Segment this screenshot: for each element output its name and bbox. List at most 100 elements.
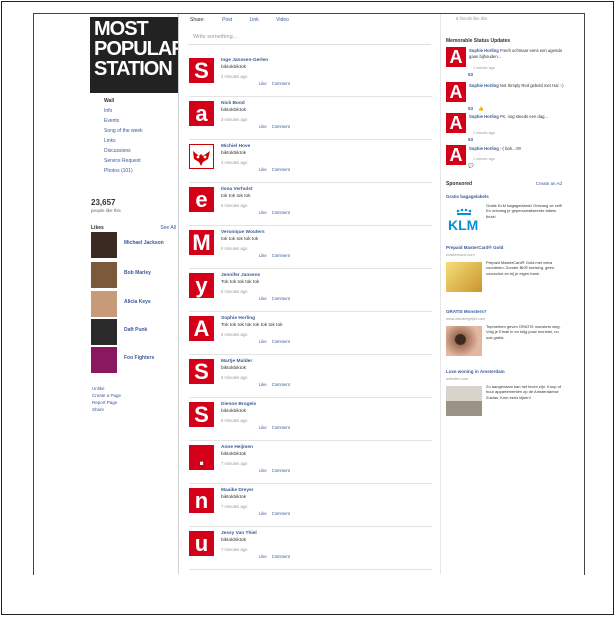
post-timestamp[interactable]: 2 minutes ago (221, 74, 247, 79)
post-timestamp[interactable]: 6 minutes ago (221, 332, 247, 337)
comment-button[interactable]: Comment (272, 167, 290, 172)
post-author[interactable]: Dienne Brugels (221, 402, 256, 407)
status-author[interactable]: Sophie Horling (469, 114, 499, 119)
comment-button[interactable]: Comment (272, 124, 290, 129)
like-button[interactable]: Like (259, 296, 267, 301)
like-button[interactable]: Like (259, 167, 267, 172)
post-timestamp[interactable]: 7 minutes ago (221, 461, 247, 466)
tab-link[interactable]: Link (250, 17, 259, 23)
post-timestamp[interactable]: 7 minutes ago (221, 504, 247, 509)
liked-page-name[interactable]: Alicia Keys (124, 299, 151, 305)
post-timestamp[interactable]: 6 minutes ago (221, 246, 247, 251)
like-button[interactable]: Like (259, 339, 267, 344)
comment-button[interactable]: Comment (272, 296, 290, 301)
post-avatar[interactable]: n (189, 488, 214, 513)
comment-button[interactable]: Comment (272, 339, 290, 344)
nav-info[interactable]: Info (104, 106, 174, 116)
status-author[interactable]: Sophie Horling (469, 48, 499, 53)
post-author[interactable]: Sophie Horling (221, 316, 255, 321)
post-avatar[interactable]: A (189, 316, 214, 341)
post-author[interactable]: Inge Janssen-Gerlen (221, 58, 268, 63)
eye-image[interactable] (446, 326, 482, 356)
post-avatar[interactable]: S (189, 359, 214, 384)
like-button[interactable]: Like (259, 124, 267, 129)
comment-button[interactable]: Comment (272, 81, 290, 86)
liked-page[interactable]: Michael Jackson (91, 232, 181, 258)
comment-button[interactable]: Comment (272, 425, 290, 430)
like-count[interactable]: 53 (468, 137, 473, 142)
ad-title[interactable]: Luxe woning in Amsterdam (446, 369, 505, 374)
liked-page-name[interactable]: Daft Punk (124, 327, 147, 333)
post-author[interactable]: Jennifer Jansens (221, 273, 260, 278)
post-avatar[interactable] (189, 144, 214, 169)
thumbs-up-icon[interactable]: 👍 (478, 106, 484, 112)
post-avatar[interactable]: S (189, 58, 214, 83)
post-author[interactable]: Michiel Hove (221, 144, 250, 149)
post-avatar[interactable]: S (189, 402, 214, 427)
post-avatar[interactable]: M (189, 230, 214, 255)
comment-button[interactable]: Comment (272, 210, 290, 215)
composer-input[interactable]: Write something... (188, 27, 431, 45)
nav-wall[interactable]: Wall (104, 96, 174, 106)
nav-events[interactable]: Events (104, 116, 174, 126)
post-timestamp[interactable]: 5 minutes ago (221, 203, 247, 208)
see-all-link[interactable]: See All (160, 225, 176, 231)
page-avatar[interactable]: A (446, 113, 466, 133)
post-author[interactable]: Anne Heijmen (221, 445, 253, 450)
post-author[interactable]: Veronique Wouters (221, 230, 265, 235)
like-button[interactable]: Like (259, 81, 267, 86)
post-timestamp[interactable]: 3 minutes ago (221, 117, 247, 122)
ad-title[interactable]: Prepaid MasterCard® Gold (446, 245, 503, 250)
share-link[interactable]: Share (92, 406, 121, 413)
create-page-link[interactable]: Create a Page (92, 392, 121, 399)
nav-links[interactable]: Links (104, 136, 174, 146)
status-author[interactable]: Sophie Horling (469, 83, 499, 88)
nav-discussions[interactable]: Discussions (104, 146, 174, 156)
post-avatar[interactable]: u (189, 531, 214, 556)
nav-song[interactable]: Song of the week (104, 126, 174, 136)
status-time[interactable]: 1 minute ago (473, 157, 495, 161)
page-avatar[interactable]: A (446, 145, 466, 165)
post-timestamp[interactable]: 6 minutes ago (221, 375, 247, 380)
post-author[interactable]: Maaike Dreyer (221, 488, 254, 493)
post-timestamp[interactable]: 6 minutes ago (221, 289, 247, 294)
ad-title[interactable]: GRATIS Monsters? (446, 309, 487, 314)
unlike-link[interactable]: Unlike (92, 385, 121, 392)
liked-page-name[interactable]: Foo Fighters (124, 355, 154, 361)
comment-button[interactable]: Comment (272, 382, 290, 387)
like-button[interactable]: Like (259, 554, 267, 559)
like-button[interactable]: Like (259, 511, 267, 516)
like-count[interactable]: 53 (468, 72, 473, 77)
post-author[interactable]: Martje Mulder (221, 359, 252, 364)
credit-card-image[interactable] (446, 262, 482, 292)
post-author[interactable]: Jessy Van Thiel (221, 531, 257, 536)
post-author[interactable]: Nick Bood (221, 101, 245, 106)
like-button[interactable]: Like (259, 425, 267, 430)
post-author[interactable]: Ilona Verhulst (221, 187, 252, 192)
nav-service[interactable]: Service Request (104, 156, 174, 166)
post-timestamp[interactable]: 3 minutes ago (221, 160, 247, 165)
liked-page-name[interactable]: Bob Marley (124, 270, 151, 276)
comment-icon[interactable]: 💬 (468, 163, 474, 169)
comment-button[interactable]: Comment (272, 511, 290, 516)
like-button[interactable]: Like (259, 253, 267, 258)
liked-page[interactable]: Bob Marley (91, 262, 181, 288)
create-ad-link[interactable]: Create an Ad (536, 181, 562, 186)
post-avatar[interactable]: . (189, 445, 214, 470)
klm-logo[interactable]: KLM (446, 207, 482, 237)
comment-button[interactable]: Comment (272, 554, 290, 559)
nav-photos[interactable]: Photos (101) (104, 166, 174, 176)
report-page-link[interactable]: Report Page (92, 399, 121, 406)
comment-button[interactable]: Comment (272, 253, 290, 258)
page-avatar[interactable]: A (446, 47, 466, 67)
liked-page[interactable]: Alicia Keys (91, 291, 181, 317)
page-avatar[interactable]: A (446, 82, 466, 102)
post-avatar[interactable]: y (189, 273, 214, 298)
status-author[interactable]: Sophie Horling (469, 146, 499, 151)
apartment-image[interactable] (446, 386, 482, 416)
status-time[interactable]: 1 minute ago (473, 66, 495, 70)
like-button[interactable]: Like (259, 382, 267, 387)
like-button[interactable]: Like (259, 210, 267, 215)
post-avatar[interactable]: a (189, 101, 214, 126)
liked-page[interactable]: Daft Punk (91, 319, 181, 345)
